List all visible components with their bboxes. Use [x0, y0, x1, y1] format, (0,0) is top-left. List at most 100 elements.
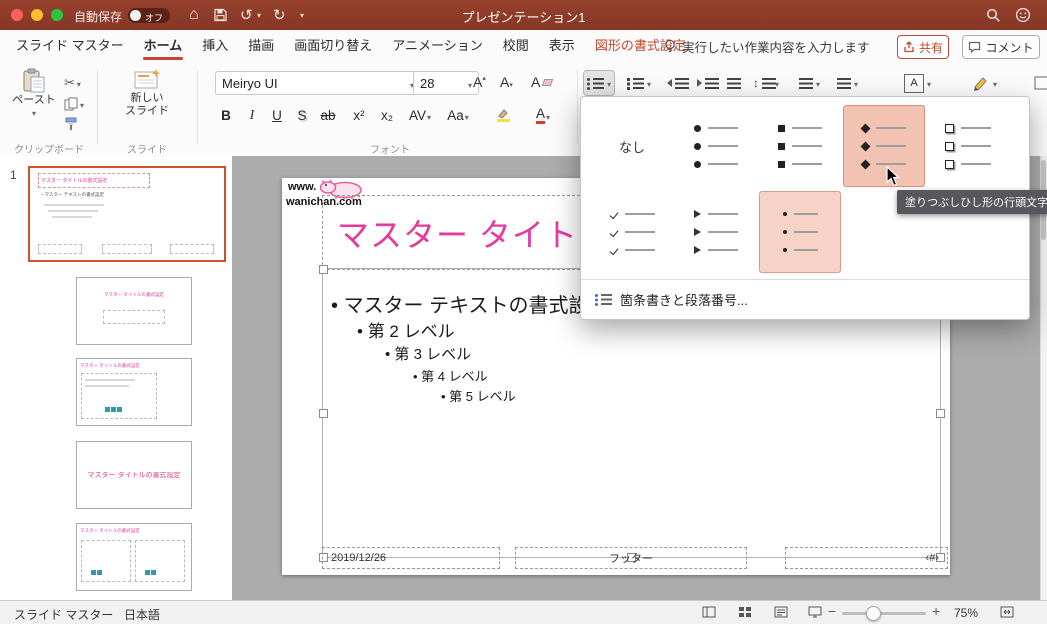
tell-me-placeholder: 実行したい作業内容を入力します: [682, 40, 870, 55]
bullet-option-filled-diamond[interactable]: [843, 105, 925, 187]
grow-font-button[interactable]: A: [473, 74, 486, 90]
thumb-body-line: [44, 204, 104, 206]
toolbar-options-chevron-icon[interactable]: [300, 5, 304, 25]
text-box-button[interactable]: A: [900, 70, 935, 96]
language-status-label[interactable]: 日本語: [124, 606, 160, 623]
bullets-and-numbering-menu-item[interactable]: 箇条書きと段落番号...: [595, 287, 748, 311]
save-icon[interactable]: [214, 5, 227, 25]
undo-icon[interactable]: [240, 5, 253, 25]
numbering-button[interactable]: [623, 70, 655, 96]
numbered-list-icon: [627, 77, 644, 90]
thumbnail-section-header-layout[interactable]: マスター タイトルの書式設定: [76, 441, 192, 509]
align-text-button[interactable]: [795, 70, 824, 96]
tab-home[interactable]: ホーム: [142, 30, 185, 62]
thumb-title-text: マスター タイトルの書式設定: [80, 528, 140, 533]
underline-button[interactable]: U: [266, 104, 288, 126]
footer-placeholder[interactable]: フッター: [515, 547, 747, 569]
autosave-toggle[interactable]: オフ: [128, 8, 170, 23]
tab-animations[interactable]: アニメーション: [390, 30, 484, 62]
bold-button[interactable]: B: [215, 104, 237, 126]
thumb-title-text: マスター タイトルの書式設定: [104, 292, 164, 297]
bullet-option-small-dot[interactable]: [759, 191, 841, 273]
clear-formatting-button[interactable]: A: [531, 74, 554, 90]
thumbnail-master-slide[interactable]: マスター タイトルの書式設定 ・マスター テキストの書式設定: [28, 166, 226, 262]
share-icon: [904, 41, 914, 53]
redo-icon[interactable]: [273, 5, 286, 25]
bullet-option-filled-round[interactable]: [675, 105, 757, 187]
close-window-button[interactable]: [11, 9, 23, 21]
hollow-square-bullet-icon: [945, 141, 954, 151]
bullets-button[interactable]: [583, 70, 616, 96]
bullet-option-hollow-square[interactable]: [927, 105, 1009, 187]
date-placeholder[interactable]: 2019/12/26: [322, 547, 500, 569]
tab-transitions[interactable]: 画面切り替え: [292, 30, 374, 62]
font-name-combobox[interactable]: Meiryo UI: [215, 71, 421, 95]
slide-sorter-view-icon[interactable]: [738, 606, 752, 621]
selection-handle[interactable]: [936, 409, 945, 418]
change-case-button[interactable]: Aa: [442, 104, 474, 126]
text-box-a-label: A: [910, 77, 918, 89]
thumb-title-text: マスター タイトルの書式設定: [87, 472, 181, 479]
tab-draw[interactable]: 描画: [246, 30, 276, 62]
zoom-out-button[interactable]: [828, 603, 836, 619]
copy-button[interactable]: [64, 95, 84, 113]
share-button[interactable]: 共有: [897, 35, 949, 59]
bullets-numbering-label: 箇条書きと段落番号...: [620, 292, 748, 308]
zoom-in-button[interactable]: [932, 603, 940, 619]
selection-handle[interactable]: [319, 409, 328, 418]
search-icon[interactable]: [986, 5, 1001, 25]
format-painter-button[interactable]: [64, 117, 78, 131]
tab-slide-master[interactable]: スライド マスター: [14, 30, 126, 62]
quick-styles-button[interactable]: [968, 70, 1001, 96]
group-separator: [197, 70, 198, 144]
increase-indent-button[interactable]: [693, 70, 719, 96]
text-shadow-button[interactable]: S: [291, 104, 313, 126]
paste-button[interactable]: ペースト: [8, 68, 60, 120]
slide-number-placeholder[interactable]: ‹#›: [785, 547, 948, 569]
strikethrough-button[interactable]: ab: [316, 104, 340, 126]
tab-review[interactable]: 校閲: [501, 30, 531, 62]
reading-view-icon[interactable]: [774, 606, 788, 621]
bullet-option-arrow[interactable]: [675, 191, 757, 273]
bullet-option-filled-square[interactable]: [759, 105, 841, 187]
subscript-button[interactable]: x₂: [375, 104, 399, 126]
font-color-button[interactable]: A: [526, 104, 560, 126]
home-icon[interactable]: [189, 5, 199, 25]
text-direction-button[interactable]: [723, 70, 745, 96]
font-size-combobox[interactable]: 28: [413, 71, 479, 95]
selection-handle[interactable]: [319, 265, 328, 274]
highlight-color-button[interactable]: [486, 104, 520, 126]
thumbnail-title-layout[interactable]: マスター タイトルの書式設定: [76, 277, 192, 345]
line-spacing-button[interactable]: [749, 70, 783, 96]
columns-button[interactable]: [833, 70, 862, 96]
shape-format-button[interactable]: [1030, 70, 1047, 96]
superscript-button[interactable]: x²: [347, 104, 371, 126]
fit-slide-to-window-icon[interactable]: [1000, 606, 1014, 621]
zoom-slider-thumb[interactable]: [866, 606, 881, 621]
cut-button[interactable]: [64, 74, 81, 92]
undo-chevron-icon[interactable]: [257, 5, 261, 25]
normal-view-icon[interactable]: [702, 606, 716, 621]
tab-insert[interactable]: 挿入: [200, 30, 230, 62]
bullet-option-none[interactable]: なし: [591, 105, 673, 187]
smiley-feedback-icon[interactable]: [1015, 5, 1031, 25]
zoom-slider-track[interactable]: [842, 612, 926, 615]
fullscreen-window-button[interactable]: [51, 9, 63, 21]
character-spacing-button[interactable]: AV: [404, 104, 436, 126]
decrease-indent-button[interactable]: [663, 70, 689, 96]
italic-button[interactable]: I: [241, 104, 263, 126]
quick-styles-chevron-icon: [993, 74, 997, 92]
thumbnail-two-content-layout[interactable]: マスター タイトルの書式設定: [76, 523, 192, 591]
zoom-percentage[interactable]: 75%: [954, 606, 978, 620]
thumbnail-content-layout[interactable]: マスター タイトルの書式設定: [76, 358, 192, 426]
share-label: 共有: [918, 40, 943, 55]
bullet-option-checkmark[interactable]: [591, 191, 673, 273]
comments-button[interactable]: コメント: [962, 35, 1040, 59]
tab-view[interactable]: 表示: [547, 30, 577, 62]
text-box-icon: A: [904, 73, 924, 93]
shrink-font-button[interactable]: A: [500, 74, 513, 90]
minimize-window-button[interactable]: [31, 9, 43, 21]
slideshow-view-icon[interactable]: [808, 606, 822, 621]
new-slide-button[interactable]: 新しい スライド: [110, 68, 184, 118]
tell-me-search[interactable]: 実行したい作業内容を入力します: [664, 30, 870, 62]
